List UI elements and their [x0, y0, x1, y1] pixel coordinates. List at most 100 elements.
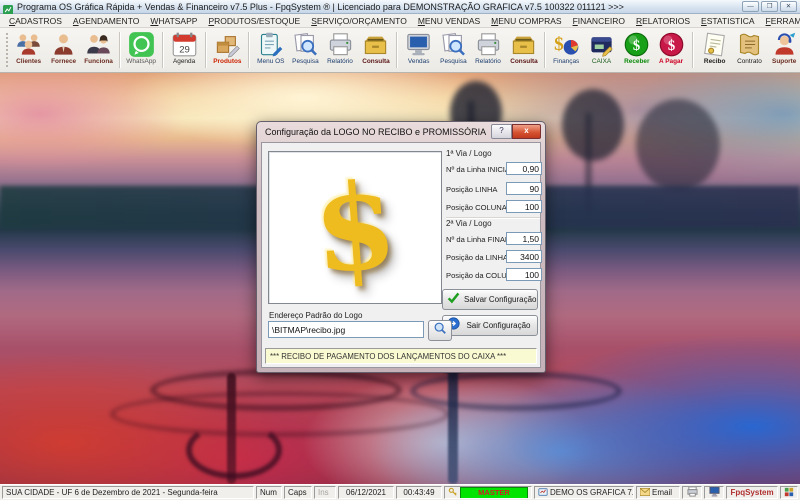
toolbar-button-relatorio-vendas[interactable]: Relatório — [471, 29, 506, 71]
ledger-icon — [588, 31, 615, 58]
toolbar-button-pesquisa-vendas[interactable]: Pesquisa — [436, 29, 471, 71]
receive-money-icon: $ — [623, 31, 650, 58]
minimize-button[interactable]: — — [742, 1, 759, 12]
logo-settings-panel: 1ª Via / Logo Nº da Linha INICIAL Posiçã… — [444, 149, 544, 289]
toolbar-button-financas[interactable]: $ Finanças — [549, 29, 584, 71]
printer-icon — [686, 487, 698, 498]
menu-produtos-estoque[interactable]: PRODUTOS/ESTOQUE — [203, 15, 305, 27]
logo-path-label: Endereço Padrão do Logo — [269, 311, 363, 320]
computer-icon — [708, 487, 720, 498]
dialog-title: Configuração da LOGO NO RECIBO e PROMISS… — [265, 126, 487, 137]
window-controls: — ❐ ✕ — [742, 1, 797, 12]
toolbar-button-whatsapp[interactable]: WhatsApp — [124, 29, 159, 71]
toolbar-button-consulta-os[interactable]: Consulta — [358, 29, 393, 71]
toolbar-group-vendas: Vendas Pesquisa Relatório Consulta — [401, 29, 541, 71]
browse-logo-button[interactable] — [428, 320, 452, 341]
toolbar-button-funcionario[interactable]: Funciona — [81, 29, 116, 71]
status-brand: FpqSystem — [726, 486, 778, 499]
toolbar-button-agenda[interactable]: 29 Agenda — [167, 29, 202, 71]
dialog-titlebar[interactable]: Configuração da LOGO NO RECIBO e PROMISS… — [257, 122, 545, 141]
window-titlebar: Programa OS Gráfica Rápida + Vendas & Fi… — [0, 0, 800, 15]
toolbar-group-whatsapp: WhatsApp — [124, 29, 159, 71]
field-label: Nº da Linha INICIAL — [446, 165, 515, 174]
toolbar-separator — [162, 32, 164, 68]
toolbar-button-pesquisa-os[interactable]: Pesquisa — [288, 29, 323, 71]
menu-estatistica[interactable]: ESTATISTICA — [696, 15, 760, 27]
search-docs-icon — [292, 31, 319, 58]
field-row: Nº da Linha INICIAL — [444, 162, 544, 177]
exit-config-button[interactable]: Sair Configuração — [442, 315, 538, 336]
toolbar-button-recibo[interactable]: Recibo — [697, 29, 732, 71]
maximize-button[interactable]: ❐ — [761, 1, 778, 12]
email-icon — [639, 487, 651, 498]
clients-icon — [15, 31, 42, 58]
posicao-coluna-input[interactable] — [506, 200, 542, 213]
support-headset-icon — [771, 31, 798, 58]
grid-icon — [784, 487, 794, 498]
status-email[interactable]: Email — [636, 486, 680, 499]
linha-final-input[interactable] — [506, 232, 542, 245]
save-config-button[interactable]: Salvar Configuração — [442, 289, 538, 310]
posicao-da-coluna-input[interactable] — [506, 268, 542, 281]
drawer-icon — [510, 31, 537, 58]
toolbar-separator — [119, 32, 121, 68]
calendar-icon: 29 — [171, 31, 198, 58]
status-terminal[interactable] — [704, 486, 724, 499]
toolbar-button-vendas[interactable]: Vendas — [401, 29, 436, 71]
receipt-note: *** RECIBO DE PAGAMENTO DOS LANÇAMENTOS … — [265, 348, 537, 364]
search-docs-icon — [440, 31, 467, 58]
status-printer[interactable] — [682, 486, 702, 499]
group1-title: 1ª Via / Logo — [446, 149, 492, 158]
toolbar-button-suporte[interactable]: Suporte — [767, 29, 800, 71]
status-user: MASTER — [444, 486, 532, 499]
dialog-help-button[interactable]: ? — [491, 124, 512, 139]
menu-whatsapp[interactable]: WHATSAPP — [145, 15, 202, 27]
water-ripple — [410, 371, 622, 411]
receipt-icon — [701, 31, 728, 58]
toolbar-button-consulta-vendas[interactable]: Consulta — [506, 29, 541, 71]
menu-compras[interactable]: MENU COMPRAS — [486, 15, 566, 27]
user-badge: MASTER — [460, 487, 528, 498]
close-button[interactable]: ✕ — [780, 1, 797, 12]
toolbar-button-produtos[interactable]: Produtos — [210, 29, 245, 71]
posicao-linha-input[interactable] — [506, 182, 542, 195]
menu-agendamento[interactable]: AGENDAMENTO — [68, 15, 144, 27]
toolbar-button-clientes[interactable]: Clientes — [11, 29, 46, 71]
toolbar-button-caixa[interactable]: CAIXA — [584, 29, 619, 71]
svg-text:$: $ — [668, 38, 675, 54]
clipboard-icon — [257, 31, 284, 58]
field-label: Posição da LINHA — [446, 253, 509, 262]
contract-icon — [736, 31, 763, 58]
toolbar-separator — [544, 32, 546, 68]
magnifier-icon — [433, 321, 447, 340]
toolbar-button-a-pagar[interactable]: $ A Pagar — [654, 29, 689, 71]
monitor-icon — [405, 31, 432, 58]
svg-text:$: $ — [633, 38, 640, 54]
dialog-close-button[interactable]: x — [512, 124, 541, 139]
logo-path-input[interactable] — [268, 321, 424, 338]
toolbar-group-produtos: Produtos — [210, 29, 245, 71]
status-time: 00:43:49 — [396, 486, 442, 499]
toolbar-button-menu-os[interactable]: Menu OS — [253, 29, 288, 71]
toolbar-button-relatorio-os[interactable]: Relatório — [323, 29, 358, 71]
menu-cadastros[interactable]: CADASTROS — [4, 15, 67, 27]
menu-financeiro[interactable]: FINANCEIRO — [568, 15, 630, 27]
toolbar-button-contrato[interactable]: Contrato — [732, 29, 767, 71]
toolbar-button-receber[interactable]: $ Receber — [619, 29, 654, 71]
field-row: Nº da Linha FINAL — [444, 232, 544, 247]
linha-inicial-input[interactable] — [506, 162, 542, 175]
employees-icon — [85, 31, 112, 58]
toolbar-group-documentos: Recibo Contrato Suporte — [697, 29, 800, 71]
status-app-name: DEMO OS GRAFICA 7.5 — [534, 486, 634, 499]
app-mini-icon — [538, 487, 548, 498]
drawer-icon — [362, 31, 389, 58]
toolbar-separator — [396, 32, 398, 68]
menu-vendas[interactable]: MENU VENDAS — [413, 15, 485, 27]
menu-servico-orcamento[interactable]: SERVIÇO/ORÇAMENTO — [306, 15, 412, 27]
toolbar-button-fornecedor[interactable]: Fornece — [46, 29, 81, 71]
key-icon — [448, 487, 458, 498]
menu-relatorios[interactable]: RELATORIOS — [631, 15, 695, 27]
status-modules[interactable] — [780, 486, 798, 499]
menu-ferramentas[interactable]: FERRAMENTAS — [761, 15, 800, 27]
posicao-da-linha-input[interactable] — [506, 250, 542, 263]
